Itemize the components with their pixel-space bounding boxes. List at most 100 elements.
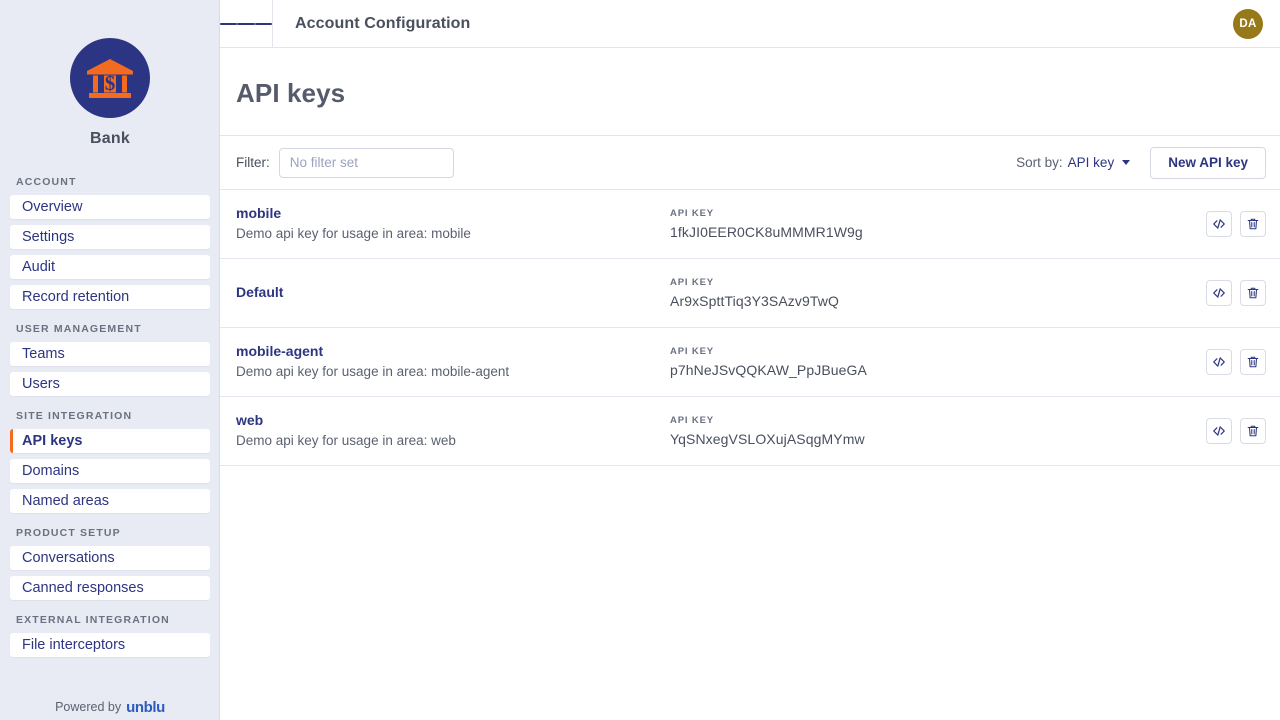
api-key-description: Demo api key for usage in area: mobile bbox=[236, 224, 656, 244]
code-snippet-icon[interactable] bbox=[1206, 349, 1232, 375]
app-root: $ Bank ACCOUNT Overview Settings Audit R… bbox=[0, 0, 1280, 720]
table-row[interactable]: mobile-agent Demo api key for usage in a… bbox=[220, 328, 1280, 397]
bank-building-icon: $ bbox=[70, 38, 150, 118]
sidebar: $ Bank ACCOUNT Overview Settings Audit R… bbox=[0, 0, 220, 720]
new-api-key-button[interactable]: New API key bbox=[1150, 147, 1266, 179]
code-snippet-icon[interactable] bbox=[1206, 418, 1232, 444]
row-key: API KEY 1fkJI0EER0CK8uMMMR1W9g bbox=[656, 207, 1206, 242]
table-row[interactable]: web Demo api key for usage in area: web … bbox=[220, 397, 1280, 466]
sidebar-item-canned-responses[interactable]: Canned responses bbox=[10, 576, 210, 600]
api-key-label: API KEY bbox=[670, 414, 1206, 427]
trash-icon[interactable] bbox=[1240, 280, 1266, 306]
trash-icon[interactable] bbox=[1240, 418, 1266, 444]
api-key-name[interactable]: mobile-agent bbox=[236, 342, 656, 361]
nav-section-site-integration: SITE INTEGRATION API keys Domains Named … bbox=[10, 410, 210, 513]
api-keys-list: mobile Demo api key for usage in area: m… bbox=[220, 190, 1280, 720]
hamburger-bar bbox=[237, 23, 254, 25]
row-info: mobile Demo api key for usage in area: m… bbox=[236, 204, 656, 244]
row-key: API KEY Ar9xSpttTiq3Y3SAzv9TwQ bbox=[656, 276, 1206, 311]
row-key: API KEY p7hNeJSvQQKAW_PpJBueGA bbox=[656, 345, 1206, 380]
page-title: API keys bbox=[220, 78, 1280, 135]
nav-section-title: ACCOUNT bbox=[10, 176, 210, 195]
table-row[interactable]: mobile Demo api key for usage in area: m… bbox=[220, 190, 1280, 259]
api-key-name[interactable]: Default bbox=[236, 283, 656, 302]
sidebar-item-audit[interactable]: Audit bbox=[10, 255, 210, 279]
nav-section-title: PRODUCT SETUP bbox=[10, 527, 210, 546]
row-actions bbox=[1206, 211, 1266, 237]
toolbar: Filter: Sort by: API key New API key bbox=[220, 136, 1280, 190]
powered-by-footer: Powered by unblu bbox=[0, 698, 220, 720]
row-info: Default bbox=[236, 283, 656, 303]
row-actions bbox=[1206, 418, 1266, 444]
sidebar-item-label: Record retention bbox=[22, 289, 129, 305]
sidebar-item-api-keys[interactable]: API keys bbox=[10, 429, 210, 453]
sidebar-item-label: API keys bbox=[22, 433, 82, 449]
sidebar-item-file-interceptors[interactable]: File interceptors bbox=[10, 633, 210, 657]
search-input[interactable] bbox=[279, 148, 454, 178]
trash-icon[interactable] bbox=[1240, 211, 1266, 237]
sidebar-item-label: Domains bbox=[22, 463, 79, 479]
api-key-label: API KEY bbox=[670, 276, 1206, 289]
sidebar-item-label: Conversations bbox=[22, 550, 115, 566]
sidebar-item-conversations[interactable]: Conversations bbox=[10, 546, 210, 570]
main-content: Account Configuration DA API keys Filter… bbox=[220, 0, 1280, 720]
api-key-label: API KEY bbox=[670, 345, 1206, 358]
row-actions bbox=[1206, 349, 1266, 375]
topbar-divider bbox=[272, 0, 273, 48]
sidebar-item-domains[interactable]: Domains bbox=[10, 459, 210, 483]
api-key-description: Demo api key for usage in area: mobile-a… bbox=[236, 362, 656, 382]
sidebar-item-record-retention[interactable]: Record retention bbox=[10, 285, 210, 309]
api-key-label: API KEY bbox=[670, 207, 1206, 220]
code-snippet-icon[interactable] bbox=[1206, 280, 1232, 306]
nav-section-title: EXTERNAL INTEGRATION bbox=[10, 614, 210, 633]
hamburger-bar bbox=[255, 23, 272, 25]
sort-by-value: API key bbox=[1068, 155, 1115, 170]
api-key-value: YqSNxegVSLOXujASqgMYmw bbox=[670, 429, 1206, 449]
table-row[interactable]: Default API KEY Ar9xSpttTiq3Y3SAzv9TwQ bbox=[220, 259, 1280, 328]
page-head: API keys bbox=[220, 48, 1280, 136]
sidebar-nav: ACCOUNT Overview Settings Audit Record r… bbox=[0, 176, 220, 698]
nav-section-title: SITE INTEGRATION bbox=[10, 410, 210, 429]
api-key-name[interactable]: web bbox=[236, 411, 656, 430]
page-header-title: Account Configuration bbox=[295, 15, 470, 33]
sidebar-item-label: Teams bbox=[22, 346, 65, 362]
sidebar-item-named-areas[interactable]: Named areas bbox=[10, 489, 210, 513]
row-actions bbox=[1206, 280, 1266, 306]
trash-icon[interactable] bbox=[1240, 349, 1266, 375]
nav-section-user-management: USER MANAGEMENT Teams Users bbox=[10, 323, 210, 396]
sidebar-item-users[interactable]: Users bbox=[10, 372, 210, 396]
sidebar-item-label: Users bbox=[22, 376, 60, 392]
sidebar-item-teams[interactable]: Teams bbox=[10, 342, 210, 366]
hamburger-icon[interactable] bbox=[220, 0, 272, 48]
api-key-value: 1fkJI0EER0CK8uMMMR1W9g bbox=[670, 222, 1206, 242]
chevron-down-icon bbox=[1122, 160, 1130, 165]
api-key-value: Ar9xSpttTiq3Y3SAzv9TwQ bbox=[670, 291, 1206, 311]
filter-label: Filter: bbox=[236, 155, 270, 170]
nav-section-external-integration: EXTERNAL INTEGRATION File interceptors bbox=[10, 614, 210, 657]
brand-name: Bank bbox=[90, 130, 130, 148]
sort-by-label: Sort by: bbox=[1016, 155, 1063, 170]
sidebar-item-label: Named areas bbox=[22, 493, 109, 509]
api-key-name[interactable]: mobile bbox=[236, 204, 656, 223]
hamburger-bar bbox=[220, 23, 237, 25]
avatar[interactable]: DA bbox=[1233, 9, 1263, 39]
row-key: API KEY YqSNxegVSLOXujASqgMYmw bbox=[656, 414, 1206, 449]
sidebar-item-settings[interactable]: Settings bbox=[10, 225, 210, 249]
sidebar-item-overview[interactable]: Overview bbox=[10, 195, 210, 219]
sidebar-divider bbox=[219, 0, 220, 720]
nav-section-title: USER MANAGEMENT bbox=[10, 323, 210, 342]
row-info: mobile-agent Demo api key for usage in a… bbox=[236, 342, 656, 382]
nav-section-product-setup: PRODUCT SETUP Conversations Canned respo… bbox=[10, 527, 210, 600]
row-info: web Demo api key for usage in area: web bbox=[236, 411, 656, 451]
nav-section-account: ACCOUNT Overview Settings Audit Record r… bbox=[10, 176, 210, 309]
sidebar-item-label: Settings bbox=[22, 229, 74, 245]
topbar: Account Configuration DA bbox=[220, 0, 1280, 48]
sidebar-item-label: Audit bbox=[22, 259, 55, 275]
sidebar-item-label: Overview bbox=[22, 199, 82, 215]
sort-by-dropdown[interactable]: Sort by: API key bbox=[1016, 155, 1130, 170]
brand: $ Bank bbox=[0, 0, 220, 148]
code-snippet-icon[interactable] bbox=[1206, 211, 1232, 237]
sidebar-item-label: File interceptors bbox=[22, 637, 125, 653]
api-key-value: p7hNeJSvQQKAW_PpJBueGA bbox=[670, 360, 1206, 380]
svg-text:$: $ bbox=[105, 71, 116, 95]
